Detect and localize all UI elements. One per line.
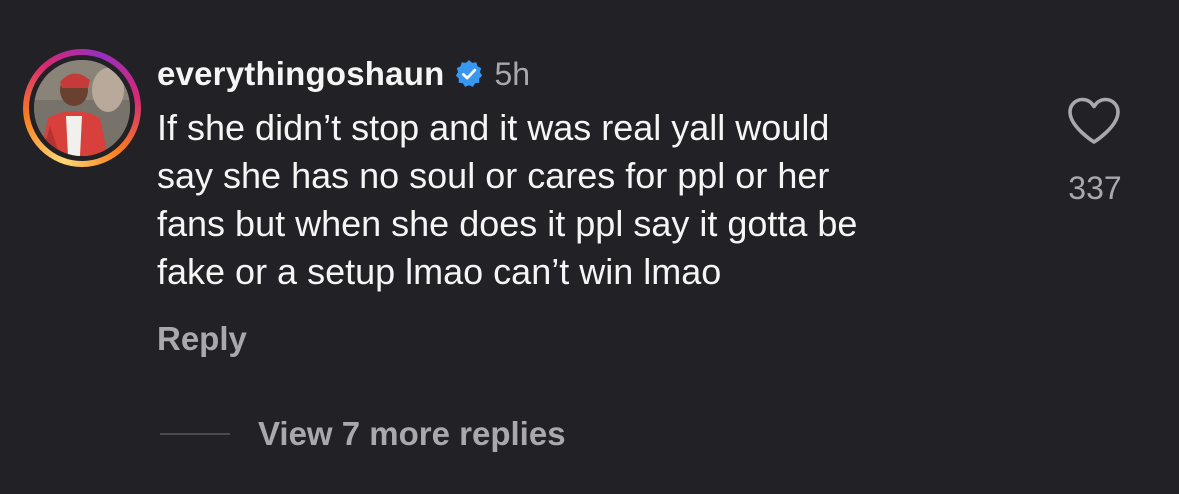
like-count: 337 [1068, 170, 1122, 206]
view-more-replies[interactable]: View 7 more replies [160, 415, 566, 453]
comment-text-line: say she has no soul or cares for ppl or … [157, 155, 830, 196]
username[interactable]: everythingoshaun [157, 55, 444, 93]
avatar-photo [34, 60, 130, 156]
comment-header: everythingoshaun 5h [157, 52, 530, 96]
like-button[interactable] [1066, 96, 1122, 146]
reply-button[interactable]: Reply [157, 320, 247, 358]
story-ring[interactable] [23, 49, 141, 167]
comment-text: If she didn’t stop and it was real yall … [157, 104, 1037, 296]
view-more-replies-label: View 7 more replies [258, 415, 566, 452]
comment-text-line: If she didn’t stop and it was real yall … [157, 107, 830, 148]
comment-timestamp: 5h [494, 55, 531, 92]
avatar[interactable] [34, 60, 130, 156]
comment-text-line: fans but when she does it ppl say it got… [157, 203, 858, 244]
replies-divider [160, 433, 230, 435]
verified-badge-icon [454, 59, 484, 89]
comment-text-line: fake or a setup lmao can’t win lmao [157, 251, 722, 292]
heart-outline-icon [1068, 97, 1120, 144]
comment: everythingoshaun 5h If she didn’t stop a… [0, 0, 1179, 494]
